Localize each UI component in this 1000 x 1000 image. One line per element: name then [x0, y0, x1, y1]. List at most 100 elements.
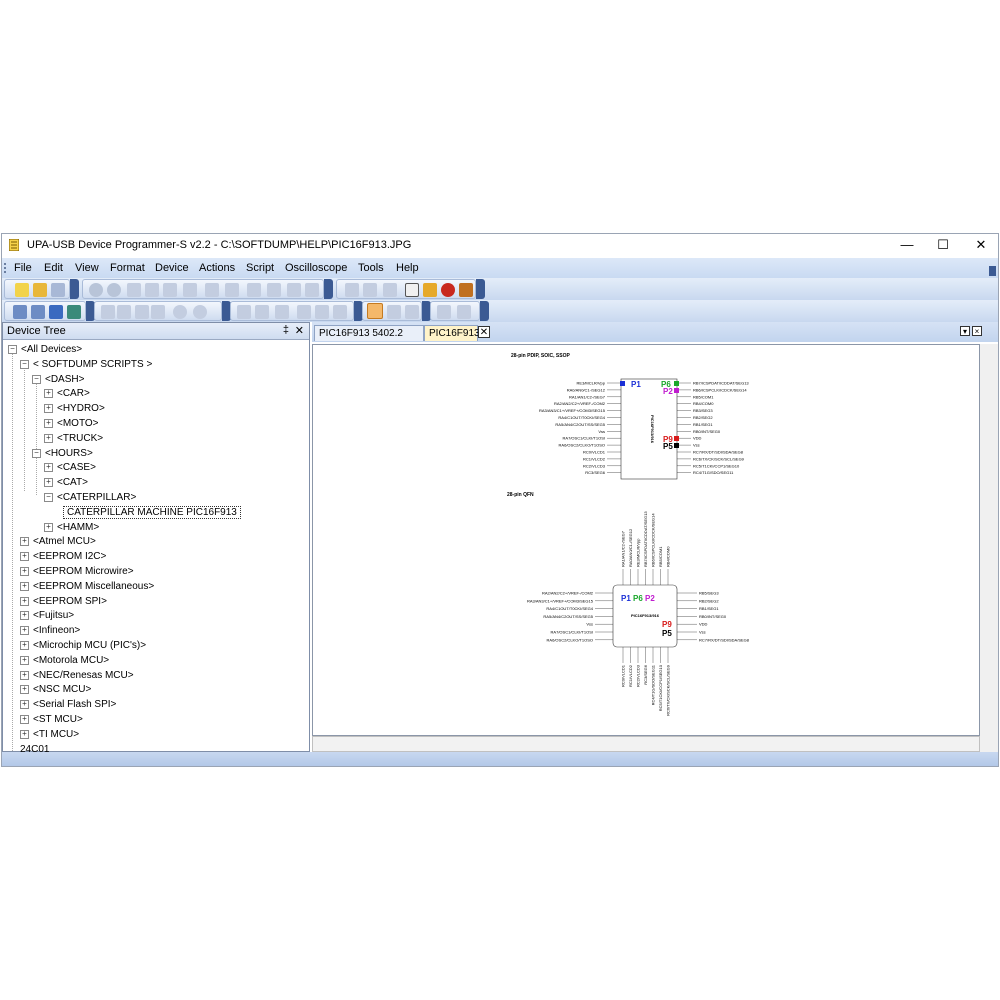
toolbar-overflow-icon[interactable] — [70, 279, 79, 299]
layers-icon[interactable] — [333, 305, 347, 319]
table-icon[interactable] — [315, 305, 329, 319]
menu-actions[interactable]: Actions — [199, 262, 235, 274]
tree-item[interactable]: + <EEPROM I2C> — [20, 550, 106, 564]
replace-icon[interactable] — [225, 283, 239, 297]
expand-icon[interactable]: + — [20, 626, 29, 636]
stop-icon[interactable] — [457, 305, 471, 319]
tree-item[interactable]: + <TI MCU> — [20, 728, 79, 742]
verify-icon[interactable] — [383, 283, 397, 297]
prev-icon[interactable] — [117, 305, 131, 319]
menu-device[interactable]: Device — [155, 262, 189, 274]
tree-item[interactable]: + <HYDRO> — [44, 402, 105, 416]
tree-item[interactable]: + <HAMM> — [44, 521, 99, 535]
tree-item[interactable]: CATERPILLAR MACHINE PIC16F913 — [63, 505, 241, 520]
tree-item[interactable]: + <Atmel MCU> — [20, 535, 96, 549]
notes-icon[interactable] — [405, 283, 419, 297]
help-icon[interactable] — [275, 305, 289, 319]
menu-overflow-icon[interactable] — [989, 266, 996, 276]
tree-item[interactable]: + <Fujitsu> — [20, 609, 74, 623]
collapse-icon[interactable]: − — [8, 345, 17, 354]
open-folder-icon[interactable] — [33, 283, 47, 297]
expand-icon[interactable]: + — [44, 404, 53, 414]
new-file-icon[interactable] — [15, 283, 29, 297]
toolbar-overflow-icon[interactable] — [480, 301, 489, 321]
list-icon[interactable] — [297, 305, 311, 319]
tree-item[interactable]: + <Serial Flash SPI> — [20, 698, 116, 712]
tab-bin-file[interactable]: PIC16F913 5402.2 HR.bin — [314, 325, 424, 355]
forward-icon[interactable] — [107, 283, 121, 297]
menu-script[interactable]: Script — [246, 262, 274, 274]
tree-item[interactable]: + <EEPROM Miscellaneous> — [20, 580, 154, 594]
collapse-icon[interactable]: − — [32, 374, 41, 384]
expand-icon[interactable]: + — [20, 655, 29, 665]
next-icon[interactable] — [135, 305, 149, 319]
expand-icon[interactable]: + — [20, 611, 29, 621]
script-icon[interactable] — [423, 283, 437, 297]
minimize-button[interactable]: — — [892, 236, 922, 254]
checksum-icon[interactable] — [305, 283, 319, 297]
expand-icon[interactable]: + — [44, 463, 53, 473]
expand-icon[interactable]: + — [20, 596, 29, 606]
menu-format[interactable]: Format — [110, 262, 145, 274]
collapse-icon[interactable]: − — [44, 493, 53, 502]
tab-close-icon[interactable]: ✕ — [478, 326, 490, 338]
expand-icon[interactable]: + — [20, 581, 29, 591]
tree-item[interactable]: + <CAT> — [44, 476, 88, 490]
tree-item[interactable]: + <Motorola MCU> — [20, 654, 109, 668]
collapse-icon[interactable]: − — [20, 359, 29, 369]
menu-edit[interactable]: Edit — [44, 262, 63, 274]
tree-item[interactable]: + <CASE> — [44, 461, 96, 475]
expand-icon[interactable]: + — [20, 715, 29, 724]
tree-item[interactable]: + <ST MCU> — [20, 713, 83, 727]
close-document-icon[interactable]: × — [972, 326, 982, 336]
main-vertical-scrollbar[interactable] — [980, 344, 998, 752]
tree-item[interactable]: + <NSC MCU> — [20, 683, 91, 697]
expand-icon[interactable]: + — [44, 419, 53, 428]
tree-item[interactable]: − <CATERPILLAR> — [44, 491, 136, 505]
find-icon[interactable] — [205, 283, 219, 297]
measure-icon[interactable] — [405, 305, 419, 319]
read-icon[interactable] — [345, 283, 359, 297]
expand-icon[interactable]: + — [20, 641, 29, 650]
tree-item[interactable]: − < SOFTDUMP SCRIPTS > — [20, 358, 152, 372]
tab-list-icon[interactable]: ▾ — [960, 326, 970, 336]
expand-icon[interactable]: + — [20, 729, 29, 739]
save-icon[interactable] — [51, 283, 65, 297]
maximize-button[interactable]: ☐ — [928, 236, 958, 254]
expand-icon[interactable]: + — [20, 700, 29, 710]
expand-icon[interactable]: + — [20, 552, 29, 562]
compare-icon[interactable] — [267, 283, 281, 297]
menu-help[interactable]: Help — [396, 262, 419, 274]
tree-item[interactable]: + <Infineon> — [20, 624, 80, 638]
menu-view[interactable]: View — [75, 262, 99, 274]
cut-icon[interactable] — [127, 283, 141, 297]
tree-item[interactable]: − <All Devices> — [8, 343, 82, 357]
pin-icon[interactable]: ‡ — [283, 324, 289, 336]
write-icon[interactable] — [363, 283, 377, 297]
menu-oscilloscope[interactable]: Oscilloscope — [285, 262, 347, 274]
first-icon[interactable] — [101, 305, 115, 319]
settings-icon[interactable] — [193, 305, 207, 319]
expand-icon[interactable]: + — [44, 522, 53, 532]
chart-icon[interactable] — [287, 283, 301, 297]
last-icon[interactable] — [151, 305, 165, 319]
grid-icon[interactable] — [237, 305, 251, 319]
expand-icon[interactable]: + — [20, 567, 29, 576]
copy-icon[interactable] — [145, 283, 159, 297]
tree-item[interactable]: + <EEPROM SPI> — [20, 595, 107, 609]
info-icon[interactable] — [255, 305, 269, 319]
zoom-icon[interactable] — [173, 305, 187, 319]
zoom-region-icon[interactable] — [387, 305, 401, 319]
expand-icon[interactable]: + — [20, 537, 29, 547]
toolbar-overflow-icon[interactable] — [476, 279, 485, 299]
fill-icon[interactable] — [247, 283, 261, 297]
expand-icon[interactable]: + — [20, 670, 29, 680]
expand-icon[interactable]: + — [44, 478, 53, 488]
close-button[interactable]: ✕ — [966, 236, 996, 254]
resize-icon[interactable] — [49, 305, 63, 319]
tree-item[interactable]: + <TRUCK> — [44, 432, 103, 446]
expand-icon[interactable]: + — [44, 433, 53, 443]
tree-item[interactable]: + <MOTO> — [44, 417, 99, 431]
tree-item[interactable]: − <HOURS> — [32, 447, 93, 461]
tree-item[interactable]: − <DASH> — [32, 373, 84, 387]
